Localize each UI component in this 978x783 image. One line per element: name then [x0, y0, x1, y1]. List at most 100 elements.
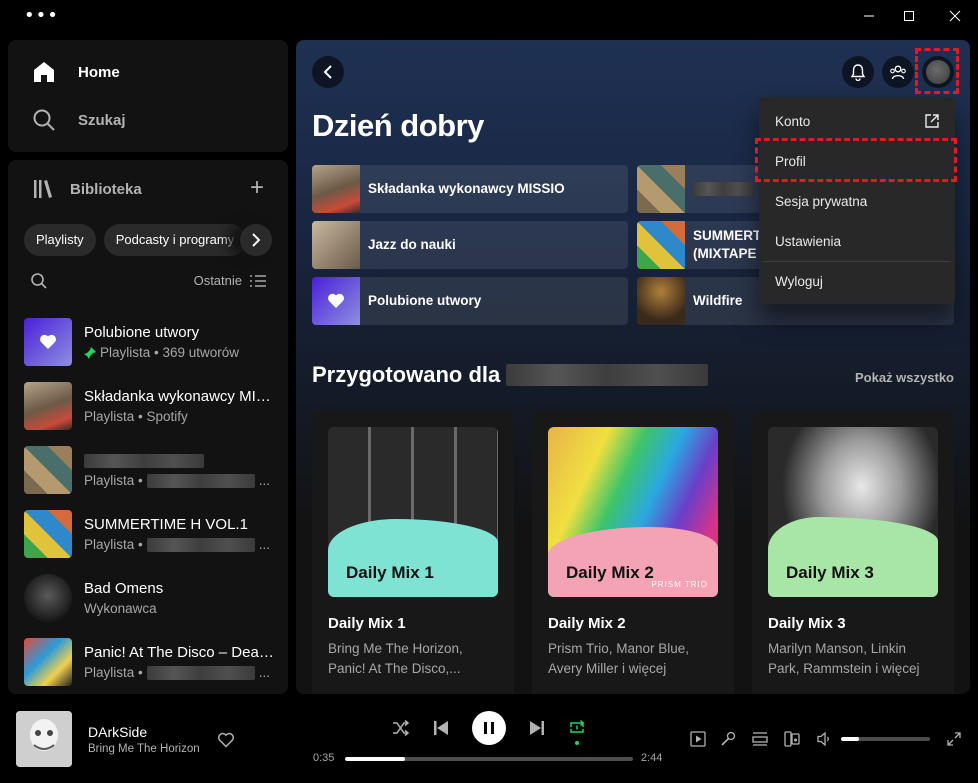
nav-search-label: Szukaj	[78, 111, 126, 129]
daily-mix-card[interactable]: Daily Mix 1 Daily Mix 1 Bring Me The Hor…	[312, 411, 514, 694]
section-title[interactable]: Przygotowano dla	[312, 362, 709, 388]
nav-search[interactable]: Szukaj	[32, 108, 126, 132]
previous-button[interactable]	[429, 716, 453, 740]
redacted-text	[146, 537, 255, 552]
shortcut-label: Polubione utwory	[368, 293, 482, 308]
chip-playlists[interactable]: Playlisty	[24, 224, 96, 256]
chevron-right-icon	[252, 233, 261, 247]
list-item[interactable]: Bad Omens Wykonawca	[24, 566, 288, 630]
list-item-title: Panic! At The Disco – Death of a Bachelo…	[84, 644, 274, 661]
like-button[interactable]	[214, 728, 238, 752]
daily-mix-card[interactable]: Daily Mix 2 PRISM TRIO Daily Mix 2 Prism…	[532, 411, 734, 694]
missio-cover	[312, 165, 360, 213]
track-title[interactable]: DArkSide	[88, 724, 147, 740]
daily-mix-1-cover: Daily Mix 1	[328, 427, 498, 597]
maximize-icon[interactable]	[897, 6, 921, 26]
minimize-icon[interactable]	[857, 6, 881, 26]
connect-device-button[interactable]	[781, 728, 803, 750]
next-button[interactable]	[525, 716, 549, 740]
app-menu-button[interactable]: •••	[24, 7, 59, 25]
add-library-button[interactable]: +	[250, 176, 264, 200]
skip-forward-icon	[530, 721, 544, 735]
volume-slider[interactable]	[841, 737, 930, 741]
menu-item-logout[interactable]: Wyloguj	[763, 261, 951, 301]
pause-button[interactable]	[472, 711, 506, 745]
cover-label: Daily Mix 3	[786, 563, 874, 582]
repeat-one-button[interactable]	[565, 716, 589, 745]
list-item-title: SUMMERTIME H VOL.1	[84, 516, 248, 533]
list-item[interactable]: Składanka wykonawcy MISSIO Playlista • S…	[24, 374, 288, 438]
chips-next-button[interactable]	[240, 224, 272, 256]
chip-podcasts[interactable]: Podcasty i programy	[103, 224, 247, 256]
active-dot	[575, 741, 579, 745]
notifications-button[interactable]	[842, 56, 874, 88]
home-icon	[34, 62, 54, 82]
lyrics-button[interactable]	[717, 728, 739, 750]
shortcut-tile[interactable]: Polubione utwory	[312, 277, 628, 325]
mute-button[interactable]	[813, 728, 835, 750]
now-playing-view-button[interactable]	[687, 728, 709, 750]
highlight-profile-button	[915, 48, 959, 94]
card-description: Bring Me The Horizon, Panic! At The Disc…	[328, 641, 463, 676]
shuffle-button[interactable]	[389, 716, 413, 740]
list-item[interactable]: SUMMERTIME H VOL.1 Playlista • ...	[24, 502, 288, 566]
heart-icon	[40, 334, 56, 349]
elapsed-time: 0:35	[313, 752, 335, 764]
volume-icon	[817, 731, 829, 747]
library-header[interactable]: Biblioteka	[32, 178, 142, 200]
duration-time: 2:44	[641, 752, 663, 764]
profile-menu: Konto Profil Sesja prywatna Ustawienia W…	[759, 97, 955, 304]
shortcut-tile[interactable]: Składanka wykonawcy MISSIO	[312, 165, 628, 213]
missio-cover	[24, 382, 72, 430]
now-playing-cover[interactable]	[16, 711, 72, 767]
menu-item-settings[interactable]: Ustawienia	[763, 221, 951, 261]
fullscreen-button[interactable]	[943, 728, 965, 750]
track-artist[interactable]: Bring Me The Horizon	[88, 743, 200, 755]
friend-activity-button[interactable]	[882, 56, 914, 88]
list-item[interactable]: Polubione utwory Playlista • 369 utworów	[24, 310, 288, 374]
pause-icon	[484, 722, 494, 734]
list-item[interactable]: Panic! At The Disco – Death of a Bachelo…	[24, 630, 288, 694]
nav-home[interactable]: Home	[32, 60, 120, 84]
list-item[interactable]: Playlista • ...	[24, 438, 288, 502]
progress-bar[interactable]	[345, 757, 633, 761]
bad-omens-avatar	[24, 574, 72, 622]
library-list: Polubione utwory Playlista • 369 utworów…	[24, 310, 288, 694]
queue-button[interactable]	[749, 728, 771, 750]
cover-label: Daily Mix 1	[346, 563, 434, 582]
close-icon[interactable]	[943, 6, 967, 26]
card-title: Daily Mix 1	[328, 615, 406, 632]
wildfire-cover	[637, 277, 685, 325]
library-search-button[interactable]	[30, 272, 48, 295]
menu-item-private-session[interactable]: Sesja prywatna	[763, 181, 951, 221]
page-title: Dzień dobry	[312, 108, 484, 143]
card-description: Marilyn Manson, Linkin Park, Rammstein i…	[768, 641, 920, 676]
daily-mix-card[interactable]: Daily Mix 3 Daily Mix 3 Marilyn Manson, …	[752, 411, 954, 694]
show-all-link[interactable]: Pokaż wszystko	[855, 370, 954, 385]
microphone-icon	[721, 731, 736, 746]
progress-fill	[345, 757, 406, 761]
list-item-subtitle: Playlista •	[84, 473, 143, 488]
list-item-title: Składanka wykonawcy MISSIO	[84, 388, 274, 405]
card-title: Daily Mix 3	[768, 615, 846, 632]
shortcut-label: Jazz do nauki	[368, 237, 456, 252]
highlight-profile-item	[755, 138, 957, 182]
list-item-subtitle: Wykonawca	[84, 601, 157, 616]
shortcut-label: Składanka wykonawcy MISSIO	[368, 181, 565, 196]
shortcut-label: Wildfire	[693, 293, 743, 308]
shuffle-icon	[393, 719, 410, 737]
menu-item-label: Konto	[775, 113, 811, 129]
menu-item-label: Wyloguj	[775, 273, 823, 289]
sort-label: Ostatnie	[193, 273, 242, 288]
back-button[interactable]	[312, 56, 344, 88]
library-title: Biblioteka	[70, 180, 142, 198]
redacted-text	[146, 665, 255, 680]
list-item-subtitle: Playlista • Spotify	[84, 409, 188, 424]
menu-item-account[interactable]: Konto	[763, 101, 951, 141]
library-icon	[34, 180, 52, 198]
liked-songs-cover	[312, 277, 360, 325]
card-description: Prism Trio, Manor Blue, Avery Miller i w…	[548, 641, 690, 676]
shortcut-tile[interactable]: Jazz do nauki	[312, 221, 628, 269]
library-sort-button[interactable]: Ostatnie	[194, 273, 266, 288]
search-icon	[31, 273, 47, 289]
